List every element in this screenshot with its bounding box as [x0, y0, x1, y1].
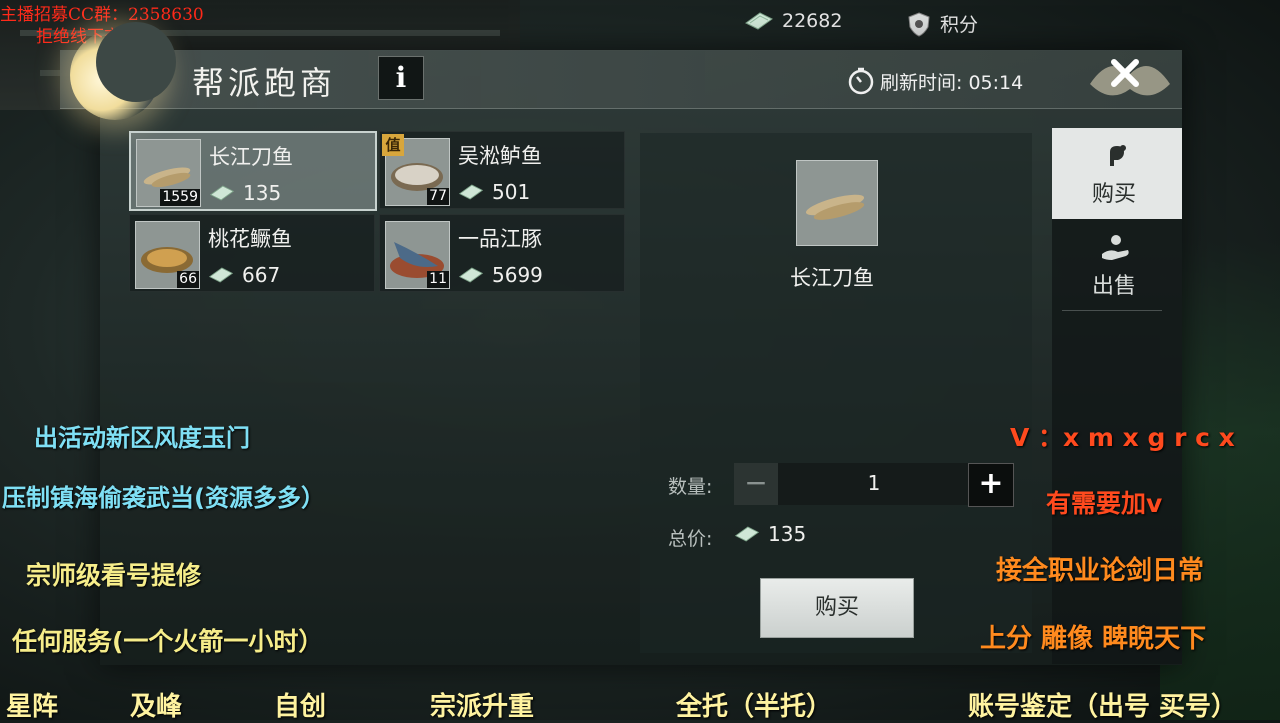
overlay-right-2: 有需要加v	[1046, 489, 1163, 518]
detail-item-name: 长江刀鱼	[790, 266, 874, 290]
overlay-right-1: V ：x m x g r c x	[1010, 423, 1235, 452]
item-name: 一品江豚	[458, 227, 542, 251]
overlay-bottom-6: 账号鉴定（出号 买号）	[968, 692, 1238, 722]
total-price: 135	[734, 522, 806, 546]
item-count: 77	[427, 188, 449, 205]
goods-item-wusong[interactable]: 值 77 吴淞鲈鱼 501	[379, 131, 625, 209]
item-price-value: 5699	[492, 263, 543, 287]
quantity-label: 数量:	[668, 476, 713, 498]
refresh-label: 刷新时间: 05:14	[880, 71, 1024, 94]
buy-hand-icon	[1110, 145, 1126, 166]
buy-button[interactable]: 购买	[760, 578, 914, 638]
tab-sell-label: 出售	[1092, 274, 1137, 299]
item-thumbnail: 1559	[136, 139, 201, 207]
item-price: 5699	[458, 263, 543, 287]
silver-note-icon	[745, 12, 773, 30]
points-currency[interactable]: 积分	[906, 10, 978, 37]
overlay-bottom-2: 及峰	[130, 692, 183, 722]
overlay-right-3: 接全职业论剑日常	[996, 556, 1205, 586]
silver-amount: 22682	[782, 10, 843, 32]
close-icon	[1090, 59, 1170, 96]
quantity-stepper: − 1 +	[734, 463, 1014, 507]
close-button[interactable]	[1080, 44, 1180, 114]
overlay-right-4: 上分 雕像 睥睨天下	[980, 624, 1207, 654]
item-name: 长江刀鱼	[209, 145, 293, 169]
silver-currency: 22682	[744, 10, 842, 32]
moon-shadow	[96, 22, 176, 102]
total-price-label: 总价:	[668, 528, 713, 550]
item-name: 桃花鳜鱼	[208, 227, 292, 251]
item-thumbnail: 11	[385, 221, 450, 289]
tab-buy-label: 购买	[1092, 182, 1137, 207]
goods-item-jiangtun[interactable]: 11 一品江豚 5699	[379, 214, 625, 292]
item-price: 501	[458, 180, 530, 204]
item-count: 1559	[160, 189, 200, 206]
overlay-bottom-3: 自创	[274, 692, 327, 722]
timer-icon	[848, 67, 874, 95]
item-price-value: 501	[492, 180, 531, 204]
overlay-left-4: 任何服务(一个火箭一小时）	[12, 627, 324, 656]
silver-note-icon	[458, 267, 484, 283]
item-price-value: 667	[242, 263, 281, 287]
refresh-timer: 刷新时间: 05:14	[846, 66, 1023, 96]
item-count: 66	[177, 271, 199, 288]
silver-note-icon	[734, 526, 760, 542]
shield-icon	[908, 11, 930, 37]
item-price-value: 135	[243, 181, 282, 205]
sell-hand-icon	[1102, 235, 1129, 260]
detail-thumbnail	[796, 160, 878, 246]
overlay-left-2: 压制镇海偷袭武当(资源多多）	[2, 484, 325, 512]
silver-note-icon	[458, 184, 484, 200]
overlay-bottom-4: 宗派升重	[430, 692, 535, 722]
item-thumbnail: 66	[135, 221, 200, 289]
increase-button[interactable]: +	[968, 463, 1014, 507]
tab-divider	[1062, 310, 1162, 311]
goods-item-changjiang[interactable]: 1559 长江刀鱼 135	[129, 131, 377, 211]
item-price: 135	[209, 181, 281, 205]
silver-note-icon	[209, 185, 235, 201]
page-title: 帮派跑商	[192, 64, 337, 102]
item-price: 667	[208, 263, 280, 287]
info-button[interactable]: i	[378, 56, 424, 100]
fish-icon	[805, 194, 865, 220]
total-price-value: 135	[768, 522, 807, 546]
value-tag: 值	[382, 134, 404, 156]
item-name: 吴淞鲈鱼	[458, 144, 542, 168]
goods-item-taohua[interactable]: 66 桃花鳜鱼 667	[129, 214, 375, 292]
overlay-left-3: 宗师级看号提修	[26, 561, 202, 590]
item-count: 11	[427, 271, 449, 288]
points-label: 积分	[940, 14, 979, 36]
overlay-bottom-1: 星阵	[6, 692, 59, 722]
silver-note-icon	[208, 267, 234, 283]
overlay-bottom-5: 全托（半托）	[676, 692, 833, 722]
overlay-left-1: 出活动新区风度玉门	[34, 424, 250, 452]
